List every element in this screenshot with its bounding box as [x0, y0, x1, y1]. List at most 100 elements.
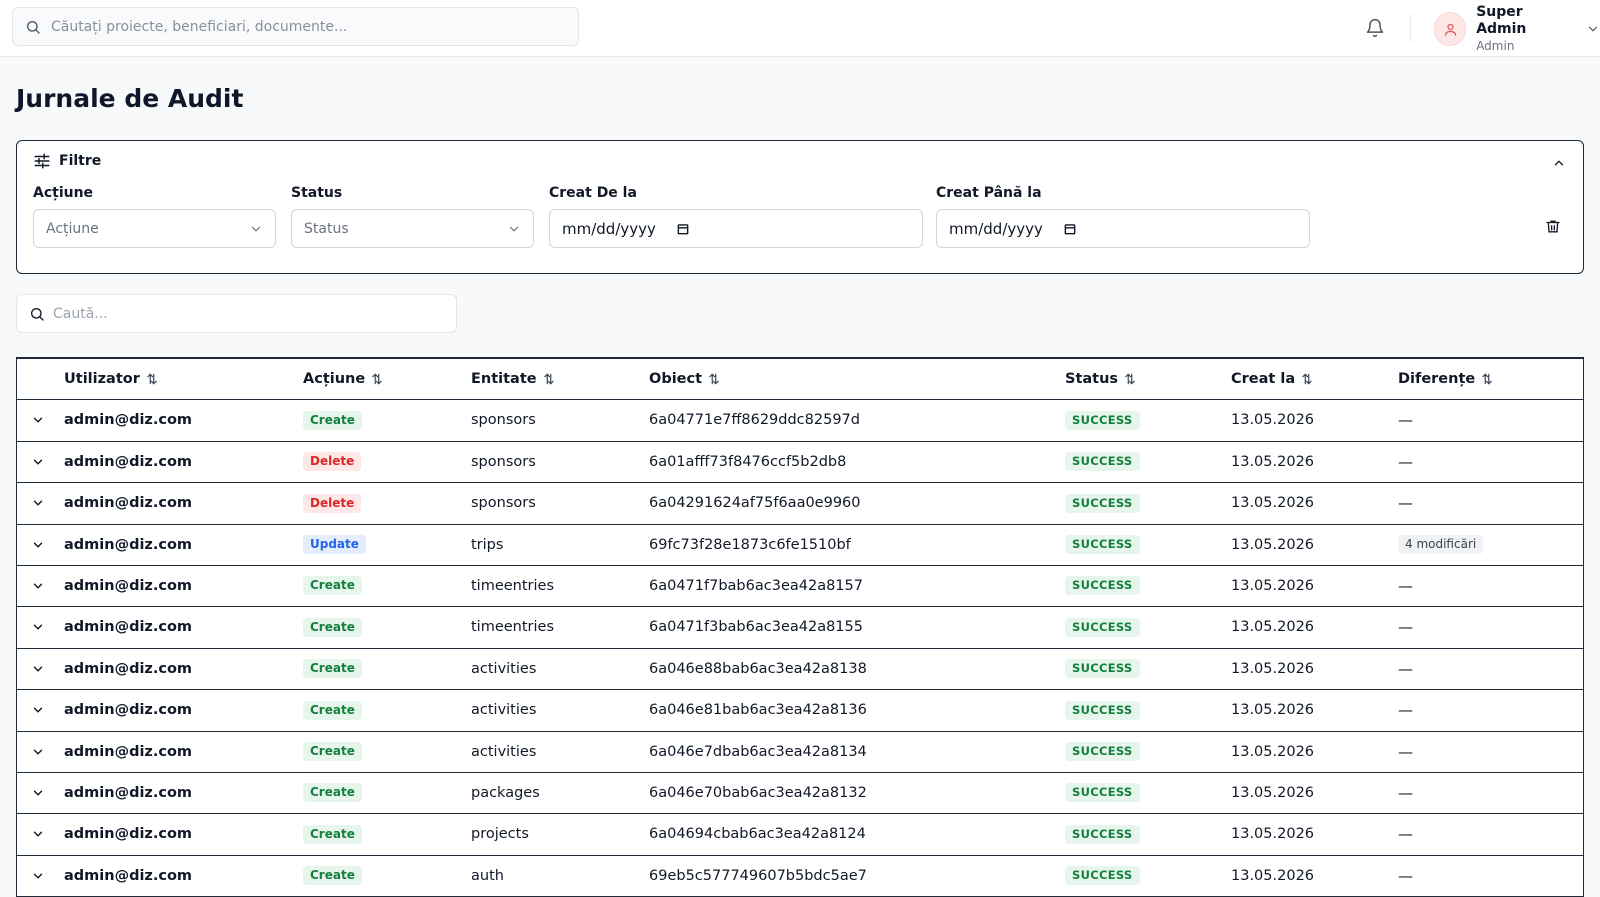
cell-created: 13.05.2026 [1231, 412, 1315, 429]
cell-created: 13.05.2026 [1231, 784, 1315, 801]
column-label: Entitate [471, 371, 537, 387]
chevron-down-icon[interactable] [1586, 22, 1600, 36]
column-header-object[interactable]: Obiect [649, 359, 721, 399]
diff-empty: — [1398, 742, 1413, 761]
table-row[interactable]: admin@diz.com Create activities 6a046e7dbab… [17, 732, 1583, 773]
chevron-down-icon[interactable] [31, 869, 45, 883]
diff-empty: — [1398, 701, 1413, 720]
column-header-entity[interactable]: Entitate [471, 359, 556, 399]
cell-user: admin@diz.com [64, 412, 193, 429]
global-search[interactable] [12, 7, 579, 46]
created-from-input[interactable]: mm/dd/yyyy [549, 209, 923, 248]
sort-icon[interactable] [1123, 372, 1137, 386]
cell-user: admin@diz.com [64, 495, 193, 512]
table-row[interactable]: admin@diz.com Create auth 69eb5c577749607b5… [17, 856, 1583, 897]
top-bar: Super Admin Admin [0, 0, 1600, 57]
column-header-status[interactable]: Status [1065, 359, 1137, 399]
cell-created: 13.05.2026 [1231, 495, 1315, 512]
created-to-input[interactable]: mm/dd/yyyy [936, 209, 1310, 248]
chevron-down-icon [507, 222, 521, 236]
user-menu[interactable]: Super Admin Admin [1434, 4, 1600, 53]
cell-object: 6a04694cbab6ac3ea42a8124 [649, 826, 866, 843]
status-badge: SUCCESS [1065, 410, 1140, 430]
chevron-down-icon[interactable] [31, 413, 45, 427]
sort-icon[interactable] [542, 372, 556, 386]
cell-object: 69eb5c577749607b5bdc5ae7 [649, 867, 867, 884]
chevron-down-icon[interactable] [31, 703, 45, 717]
table-row[interactable]: admin@diz.com Delete sponsors 6a01afff73f84… [17, 442, 1583, 484]
column-header-user[interactable]: Utilizator [64, 359, 159, 399]
table-row[interactable]: admin@diz.com Delete sponsors 6a04291624af7… [17, 483, 1583, 525]
action-select[interactable]: Acțiune [33, 209, 276, 248]
table-search[interactable] [16, 294, 457, 333]
cell-entity: trips [471, 536, 504, 553]
table-row[interactable]: admin@diz.com Create activities 6a046e81bab… [17, 690, 1583, 732]
chevron-down-icon[interactable] [31, 496, 45, 510]
sliders-icon [33, 152, 51, 170]
table-row[interactable]: admin@diz.com Create timeentries 6a0471f3ba… [17, 607, 1583, 649]
created-from-label: Creat De la [549, 185, 637, 201]
diff-empty: — [1398, 494, 1413, 513]
cell-entity: sponsors [471, 495, 536, 512]
sort-icon[interactable] [145, 372, 159, 386]
action-badge: Update [303, 535, 366, 555]
chevron-down-icon[interactable] [31, 455, 45, 469]
action-badge: Create [303, 866, 362, 886]
cell-created: 13.05.2026 [1231, 577, 1315, 594]
table-row[interactable]: admin@diz.com Create activities 6a046e88bab… [17, 649, 1583, 691]
user-icon [1443, 22, 1458, 37]
table-row[interactable]: admin@diz.com Create timeentries 6a0471f7ba… [17, 566, 1583, 608]
diff-empty: — [1398, 866, 1413, 885]
header-divider [1410, 14, 1411, 42]
sort-icon[interactable] [370, 372, 384, 386]
cell-object: 6a01afff73f8476ccf5b2db8 [649, 453, 847, 470]
action-badge: Create [303, 617, 362, 637]
page-title: Jurnale de Audit [16, 84, 244, 113]
cell-user: admin@diz.com [64, 867, 193, 884]
cell-entity: sponsors [471, 412, 536, 429]
sort-icon[interactable] [1480, 372, 1494, 386]
diff-badge[interactable]: 4 modificări [1398, 535, 1484, 555]
action-badge: Create [303, 410, 362, 430]
trash-icon[interactable] [1543, 216, 1563, 236]
table-row[interactable]: admin@diz.com Create packages 6a046e70bab6a… [17, 773, 1583, 815]
chevron-down-icon[interactable] [31, 786, 45, 800]
chevron-down-icon[interactable] [31, 662, 45, 676]
chevron-down-icon[interactable] [31, 579, 45, 593]
action-badge: Create [303, 659, 362, 679]
cell-object: 6a04771e7ff8629ddc82597d [649, 412, 860, 429]
bell-icon[interactable] [1363, 14, 1387, 42]
cell-created: 13.05.2026 [1231, 660, 1315, 677]
status-select[interactable]: Status [291, 209, 534, 248]
action-filter-label: Acțiune [33, 185, 94, 201]
column-header-action[interactable]: Acțiune [303, 359, 384, 399]
chevron-down-icon[interactable] [31, 827, 45, 841]
cell-created: 13.05.2026 [1231, 536, 1315, 553]
cell-user: admin@diz.com [64, 619, 193, 636]
column-header-created[interactable]: Creat la [1231, 359, 1314, 399]
global-search-input[interactable] [51, 18, 551, 35]
calendar-icon[interactable] [676, 222, 690, 236]
chevron-up-icon[interactable] [1549, 153, 1569, 173]
chevron-down-icon[interactable] [31, 538, 45, 552]
column-header-diff[interactable]: Diferențe [1398, 359, 1494, 399]
sort-icon[interactable] [707, 372, 721, 386]
cell-object: 6a046e7dbab6ac3ea42a8134 [649, 743, 867, 760]
cell-user: admin@diz.com [64, 453, 193, 470]
table-row[interactable]: admin@diz.com Create sponsors 6a04771e7ff86… [17, 400, 1583, 442]
table-row[interactable]: admin@diz.com Update trips 69fc73f28e1873c6… [17, 525, 1583, 566]
filters-header: Filtre [33, 152, 101, 170]
cell-entity: auth [471, 867, 504, 884]
status-badge: SUCCESS [1065, 617, 1140, 637]
cell-entity: sponsors [471, 453, 536, 470]
calendar-icon[interactable] [1063, 222, 1077, 236]
table-search-input[interactable] [53, 305, 433, 322]
chevron-down-icon[interactable] [31, 620, 45, 634]
created-from-filter: Creat De la mm/dd/yyyy [549, 185, 923, 248]
sort-icon[interactable] [1300, 372, 1314, 386]
created-to-filter: Creat Până la mm/dd/yyyy [936, 185, 1310, 248]
cell-object: 6a046e70bab6ac3ea42a8132 [649, 784, 867, 801]
chevron-down-icon[interactable] [31, 745, 45, 759]
table-row[interactable]: admin@diz.com Create projects 6a04694cbab6a… [17, 814, 1583, 856]
cell-entity: packages [471, 784, 540, 801]
